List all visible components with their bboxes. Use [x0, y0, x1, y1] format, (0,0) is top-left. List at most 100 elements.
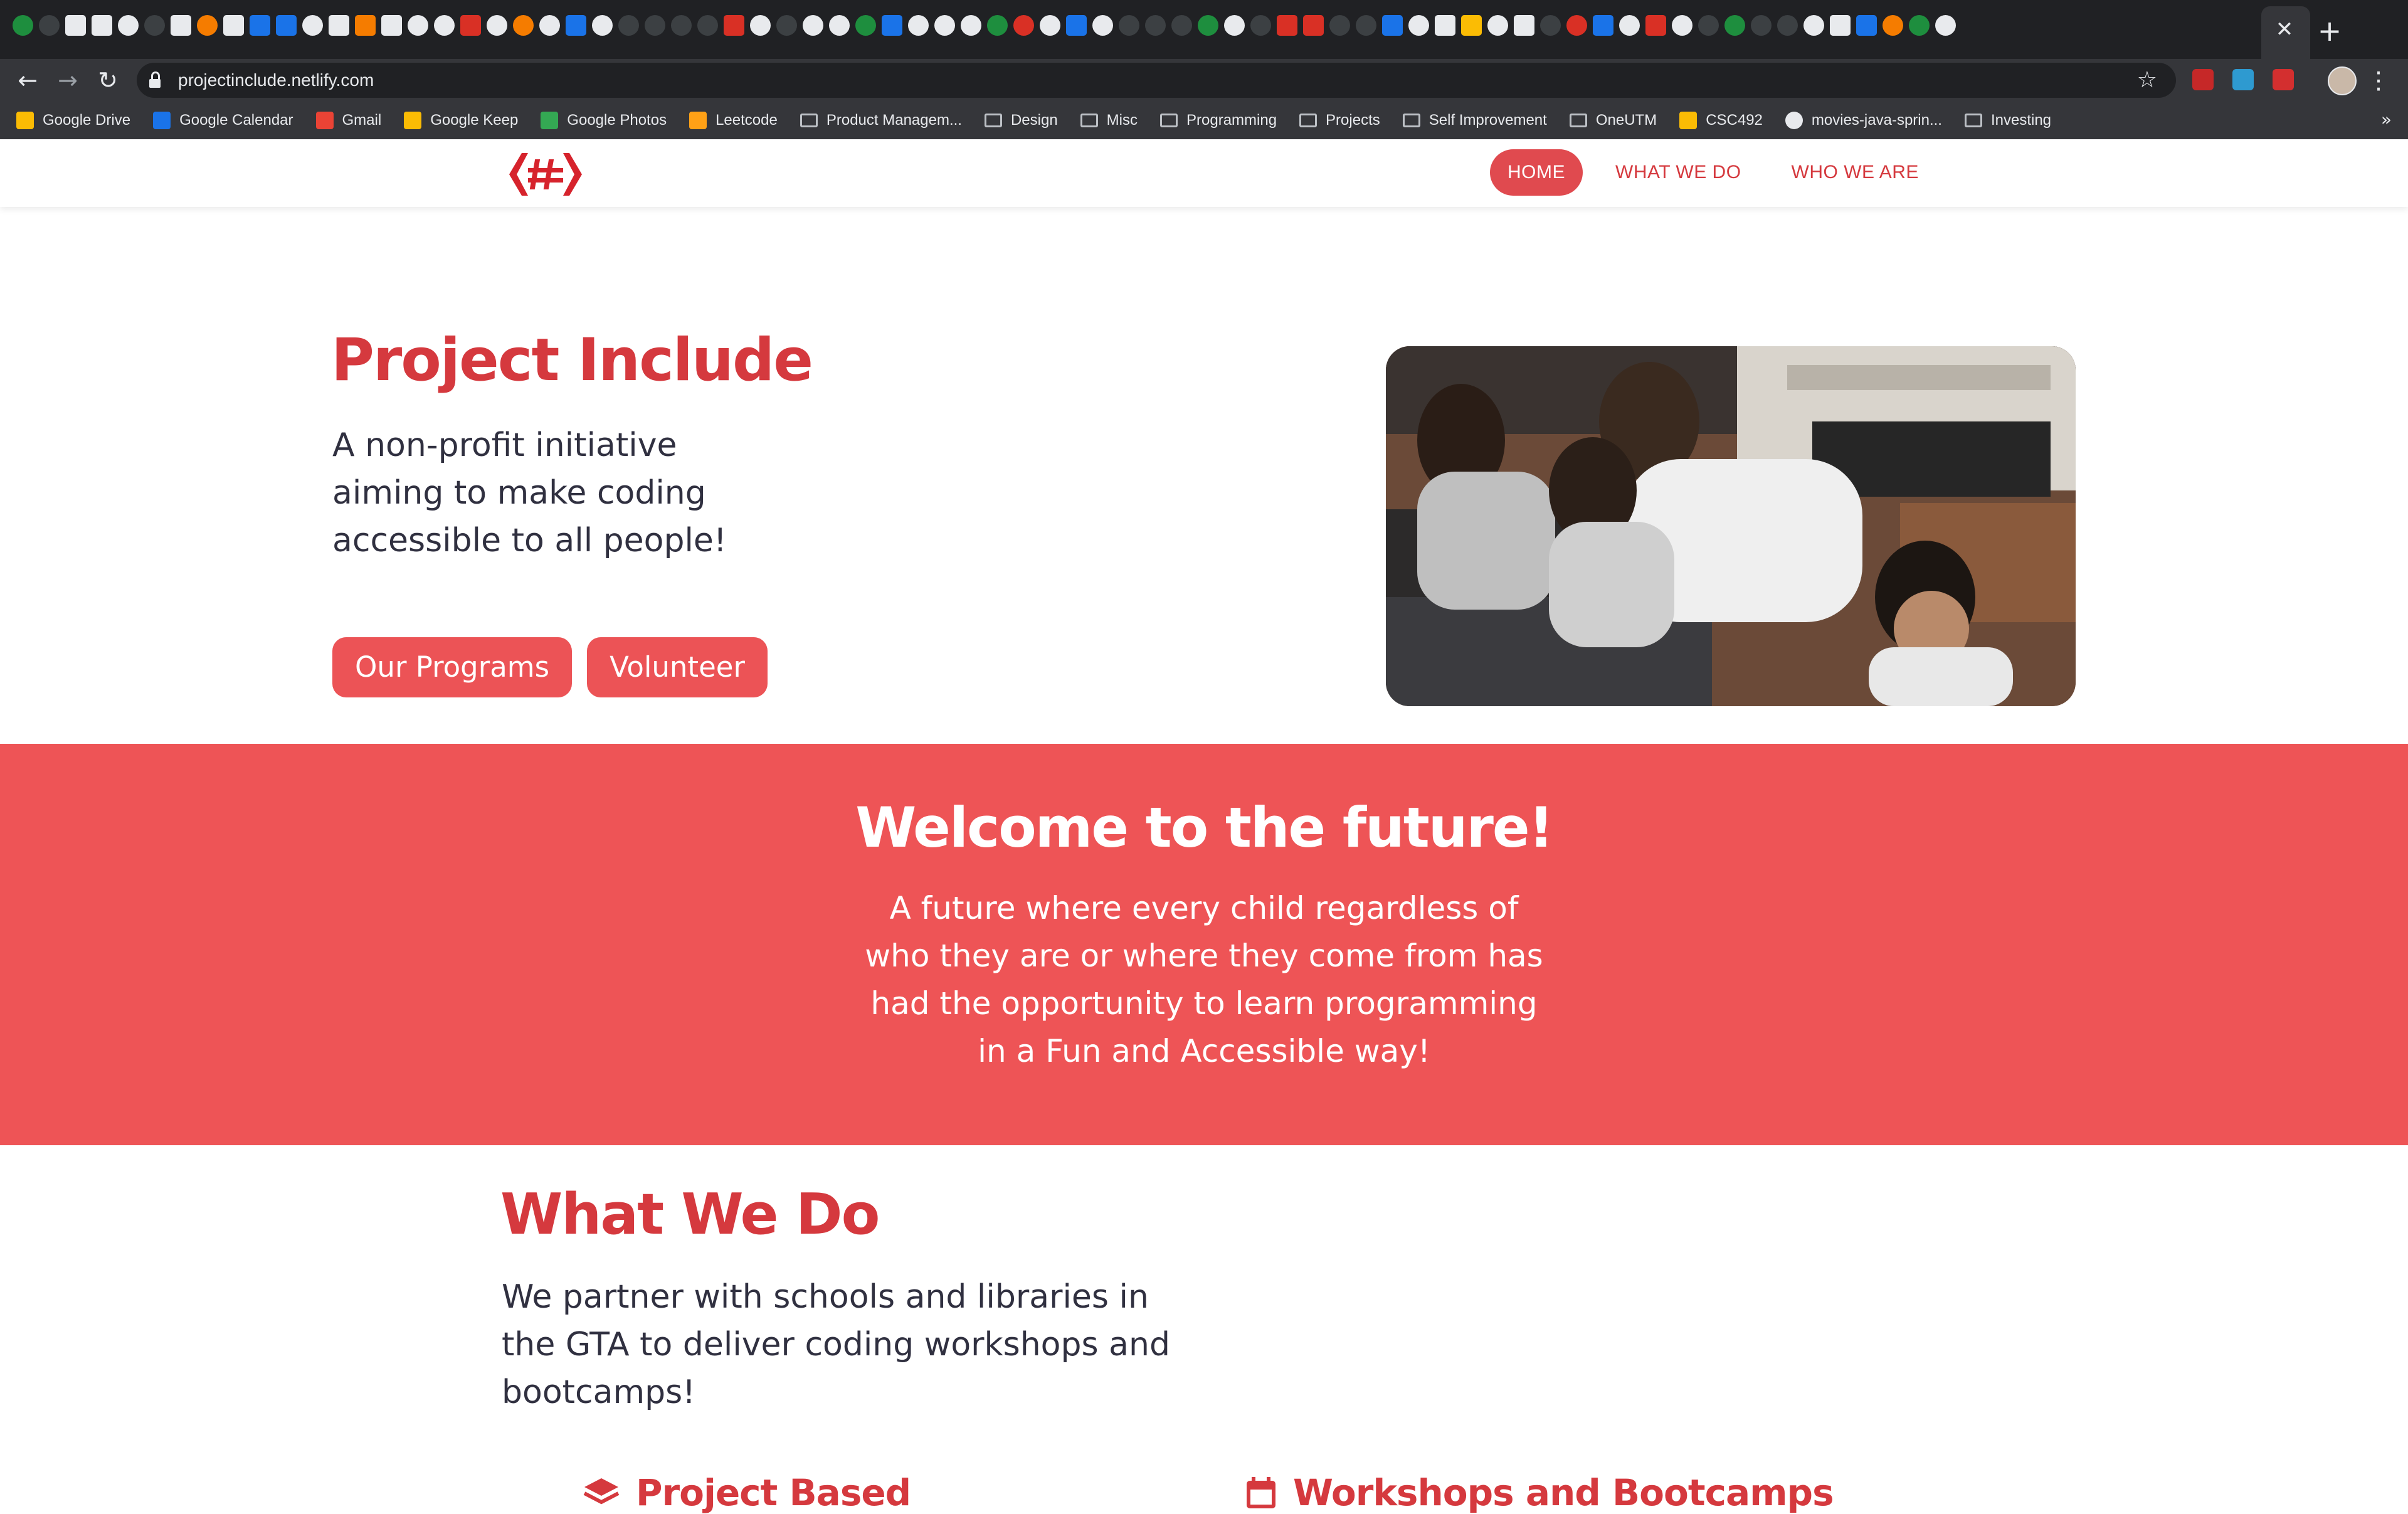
- tab-favicon[interactable]: [1277, 15, 1297, 36]
- tab-favicon[interactable]: [487, 15, 507, 36]
- tab-favicon[interactable]: [223, 15, 244, 36]
- bookmark-star-icon[interactable]: ☆: [2137, 68, 2157, 93]
- tab-favicon[interactable]: [1303, 15, 1324, 36]
- tab-favicon[interactable]: [1408, 15, 1429, 36]
- tab-favicon[interactable]: [1145, 15, 1166, 36]
- tab-favicon[interactable]: [1461, 15, 1482, 36]
- tab-favicon[interactable]: [1198, 15, 1218, 36]
- tab-favicon[interactable]: [1935, 15, 1956, 36]
- bookmarks-overflow-button[interactable]: »: [2381, 109, 2392, 130]
- tab-favicon[interactable]: [1119, 15, 1139, 36]
- tab-favicon[interactable]: [1619, 15, 1640, 36]
- tab-favicon[interactable]: [539, 15, 560, 36]
- new-tab-icon[interactable]: +: [2314, 15, 2345, 46]
- bookmark-item[interactable]: Leetcode: [689, 112, 778, 129]
- tab-favicon[interactable]: [434, 15, 455, 36]
- nav-who-we-are[interactable]: WHO WE ARE: [1774, 149, 1936, 196]
- tab-favicon[interactable]: [750, 15, 771, 36]
- lock-icon[interactable]: [149, 71, 161, 88]
- tab-favicon[interactable]: [1566, 15, 1587, 36]
- bookmark-item[interactable]: Investing: [1964, 112, 2051, 129]
- tab-favicon[interactable]: [355, 15, 376, 36]
- bookmark-item[interactable]: movies-java-sprin...: [1785, 112, 1942, 129]
- tab-favicon[interactable]: [1803, 15, 1824, 36]
- tab-favicon[interactable]: [408, 15, 428, 36]
- tab-favicon[interactable]: [1777, 15, 1798, 36]
- tab-favicon[interactable]: [803, 15, 823, 36]
- tab-favicon[interactable]: [1724, 15, 1745, 36]
- tab-favicon[interactable]: [381, 15, 402, 36]
- tab-favicon[interactable]: [1593, 15, 1613, 36]
- back-arrow-icon[interactable]: ←: [13, 65, 43, 95]
- tab-favicon[interactable]: [118, 15, 139, 36]
- bookmark-item[interactable]: OneUTM: [1569, 112, 1657, 129]
- tab-favicon[interactable]: [1040, 15, 1060, 36]
- tab-favicon[interactable]: [1329, 15, 1350, 36]
- tab-favicon[interactable]: [776, 15, 797, 36]
- tab-favicon[interactable]: [671, 15, 692, 36]
- tab-favicon[interactable]: [1672, 15, 1692, 36]
- tab-favicon[interactable]: [618, 15, 639, 36]
- tab-favicon[interactable]: [829, 15, 850, 36]
- bookmark-item[interactable]: Google Drive: [16, 112, 130, 129]
- nav-what-we-do[interactable]: WHAT WE DO: [1598, 149, 1759, 196]
- tab-favicon[interactable]: [1171, 15, 1192, 36]
- tab-favicon[interactable]: [987, 15, 1008, 36]
- our-programs-button[interactable]: Our Programs: [332, 637, 573, 697]
- bookmark-item[interactable]: Google Calendar: [153, 112, 293, 129]
- bookmark-item[interactable]: Product Managem...: [800, 112, 962, 129]
- address-bar[interactable]: projectinclude.netlify.com ☆: [137, 63, 2176, 98]
- tab-favicon[interactable]: [1830, 15, 1851, 36]
- tab-favicon[interactable]: [1356, 15, 1376, 36]
- bookmark-item[interactable]: Projects: [1299, 112, 1380, 129]
- tab-favicon[interactable]: [39, 15, 60, 36]
- bookmark-item[interactable]: CSC492: [1679, 112, 1763, 129]
- bookmark-item[interactable]: Gmail: [315, 112, 381, 129]
- tab-favicon[interactable]: [276, 15, 297, 36]
- tab-favicon[interactable]: [1224, 15, 1245, 36]
- tab-favicon[interactable]: [592, 15, 613, 36]
- tab-favicon[interactable]: [1250, 15, 1271, 36]
- project-include-logo[interactable]: [507, 149, 584, 199]
- tab-favicon[interactable]: [1092, 15, 1113, 36]
- tab-favicon[interactable]: [1645, 15, 1666, 36]
- tab-favicon[interactable]: [92, 15, 112, 36]
- tab-favicon[interactable]: [513, 15, 534, 36]
- reload-icon[interactable]: ↻: [93, 65, 123, 95]
- tab-favicon[interactable]: [855, 15, 876, 36]
- bookmark-item[interactable]: Misc: [1080, 112, 1138, 129]
- tab-favicon[interactable]: [1013, 15, 1034, 36]
- tab-favicon[interactable]: [302, 15, 323, 36]
- tab-favicon[interactable]: [1540, 15, 1561, 36]
- tab-favicon[interactable]: [697, 15, 718, 36]
- tab-favicon[interactable]: [1751, 15, 1772, 36]
- tab-favicon[interactable]: [1514, 15, 1534, 36]
- tab-favicon[interactable]: [645, 15, 665, 36]
- bookmark-item[interactable]: Google Keep: [404, 112, 518, 129]
- lastpass-extension-icon[interactable]: [2273, 69, 2294, 90]
- more-vert-icon[interactable]: ⋮: [2367, 65, 2390, 95]
- profile-avatar[interactable]: [2328, 66, 2357, 95]
- bookmark-item[interactable]: Self Improvement: [1402, 112, 1547, 129]
- tab-favicon[interactable]: [1382, 15, 1403, 36]
- tab-favicon[interactable]: [1856, 15, 1877, 36]
- tab-favicon[interactable]: [13, 15, 33, 36]
- tab-favicon[interactable]: [882, 15, 902, 36]
- tab-favicon[interactable]: [1066, 15, 1087, 36]
- tab-favicon[interactable]: [1435, 15, 1455, 36]
- tab-favicon[interactable]: [724, 15, 744, 36]
- tab-favicon[interactable]: [908, 15, 929, 36]
- tab-favicon[interactable]: [250, 15, 270, 36]
- tab-favicon[interactable]: [460, 15, 481, 36]
- tab-favicon[interactable]: [329, 15, 349, 36]
- close-tab-icon[interactable]: ✕: [2270, 15, 2299, 44]
- volunteer-button[interactable]: Volunteer: [587, 637, 768, 697]
- tab-favicon[interactable]: [1487, 15, 1508, 36]
- bookmark-item[interactable]: Google Photos: [541, 112, 667, 129]
- tab-favicon[interactable]: [1883, 15, 1903, 36]
- nav-home[interactable]: HOME: [1490, 149, 1583, 196]
- tab-favicon[interactable]: [144, 15, 165, 36]
- extension-icon[interactable]: [2232, 69, 2254, 90]
- tab-favicon[interactable]: [1909, 15, 1930, 36]
- bookmark-item[interactable]: Programming: [1160, 112, 1277, 129]
